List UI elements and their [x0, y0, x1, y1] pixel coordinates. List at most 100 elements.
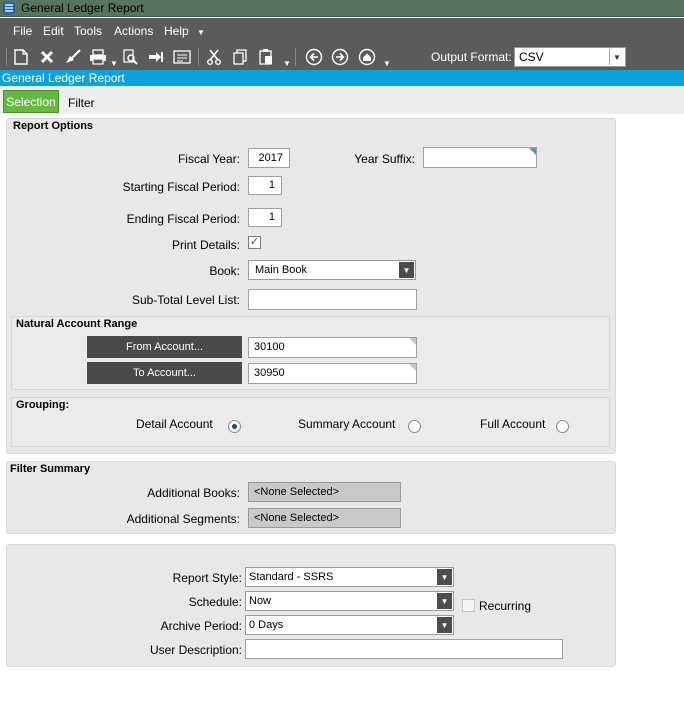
tab-selection[interactable]: Selection [3, 90, 59, 113]
chevron-down-icon[interactable]: ▼ [437, 593, 452, 609]
menu-edit[interactable]: Edit [43, 24, 64, 38]
paste-icon[interactable] [256, 47, 276, 67]
print-details-checkbox[interactable]: ✓ [248, 236, 261, 249]
report-options-title: Report Options [13, 120, 94, 132]
from-account-button[interactable]: From Account... [87, 336, 242, 358]
additional-books-field: <None Selected> [248, 482, 401, 502]
generate-icon[interactable] [172, 47, 192, 67]
natural-account-range-title: Natural Account Range [16, 318, 138, 330]
title-bar: General Ledger Report [0, 0, 684, 17]
report-header-title: General Ledger Report [2, 71, 125, 85]
book-value: Main Book [255, 264, 307, 276]
copy-icon[interactable] [230, 47, 250, 67]
output-format-value: CSV [519, 50, 544, 64]
report-style-label: Report Style: [172, 571, 242, 585]
app-icon [3, 2, 15, 14]
print-details-label: Print Details: [171, 238, 240, 252]
archive-period-value: 0 Days [249, 619, 284, 631]
starting-period-field[interactable]: 1 [248, 176, 282, 195]
nav-dropdown-icon[interactable]: ▼ [383, 59, 391, 68]
toolbar-separator [198, 48, 199, 66]
tab-filter[interactable]: Filter [68, 96, 95, 110]
report-style-select[interactable]: Standard - SSRS ▼ [245, 567, 454, 587]
fiscal-year-value: 2017 [258, 152, 283, 164]
additional-segments-field: <None Selected> [248, 508, 401, 528]
subtotal-level-label: Sub-Total Level List: [131, 293, 240, 307]
book-select[interactable]: Main Book ▼ [248, 260, 416, 280]
chevron-down-icon[interactable]: ▼ [437, 569, 452, 585]
grouping-summary-label: Summary Account [298, 417, 396, 431]
tab-strip [0, 86, 684, 114]
menu-bar: File Edit Tools Actions Help ▼ [0, 18, 684, 44]
additional-segments-value: <None Selected> [254, 512, 340, 524]
print-dropdown-icon[interactable]: ▼ [110, 59, 118, 68]
toolbar-grip [6, 48, 7, 66]
forward-icon[interactable] [330, 47, 350, 67]
filter-summary-title: Filter Summary [10, 463, 91, 475]
ending-period-label: Ending Fiscal Period: [126, 212, 240, 226]
submit-icon[interactable] [146, 47, 166, 67]
back-icon[interactable] [304, 47, 324, 67]
app-window: General Ledger Report File Edit Tools Ac… [0, 0, 684, 728]
additional-books-label: Additional Books: [147, 486, 240, 500]
subtotal-level-field[interactable] [248, 289, 417, 310]
grouping-detail-radio[interactable] [228, 420, 241, 433]
recurring-checkbox[interactable] [462, 599, 475, 612]
toolbar-separator [295, 48, 296, 66]
window-title: General Ledger Report [21, 1, 144, 15]
grouping-summary-radio[interactable] [408, 420, 421, 433]
ending-period-field[interactable]: 1 [248, 208, 282, 227]
home-icon[interactable] [357, 47, 377, 67]
starting-period-value: 1 [268, 179, 275, 191]
delete-icon[interactable] [37, 47, 57, 67]
archive-period-select[interactable]: 0 Days ▼ [245, 615, 454, 635]
book-label: Book: [209, 264, 240, 278]
menu-help[interactable]: Help [164, 24, 189, 38]
menu-overflow-icon[interactable]: ▼ [197, 28, 205, 37]
user-description-label: User Description: [149, 643, 242, 657]
chevron-down-icon[interactable]: ▼ [609, 49, 624, 65]
starting-period-label: Starting Fiscal Period: [122, 180, 240, 194]
to-account-button[interactable]: To Account... [87, 362, 242, 384]
year-suffix-label: Year Suffix: [354, 152, 415, 166]
additional-segments-label: Additional Segments: [126, 512, 240, 526]
grouping-detail-label: Detail Account [136, 417, 213, 431]
menu-tools[interactable]: Tools [74, 24, 102, 38]
field-corner-indicator [409, 338, 416, 345]
schedule-select[interactable]: Now ▼ [245, 591, 454, 611]
cut-icon[interactable] [204, 47, 224, 67]
paste-dropdown-icon[interactable]: ▼ [283, 59, 291, 68]
additional-books-value: <None Selected> [254, 486, 340, 498]
grouping-title: Grouping: [16, 399, 70, 411]
field-corner-indicator [409, 364, 416, 371]
print-icon[interactable] [88, 47, 108, 67]
ending-period-value: 1 [268, 211, 275, 223]
fiscal-year-label: Fiscal Year: [177, 152, 240, 166]
clear-icon[interactable] [63, 47, 83, 67]
schedule-value: Now [249, 595, 272, 607]
field-corner-indicator [529, 148, 536, 155]
output-format-label: Output Format: [431, 50, 512, 64]
grouping-full-radio[interactable] [556, 420, 569, 433]
to-account-value: 30950 [254, 367, 285, 379]
menu-file[interactable]: File [13, 24, 32, 38]
chevron-down-icon[interactable]: ▼ [399, 262, 414, 278]
print-preview-icon[interactable] [120, 47, 140, 67]
fiscal-year-field[interactable]: 2017 [248, 148, 290, 168]
from-account-field[interactable]: 30100 [248, 337, 417, 358]
from-account-value: 30100 [254, 341, 285, 353]
new-icon[interactable] [11, 47, 31, 67]
year-suffix-field[interactable] [423, 147, 537, 168]
menu-actions[interactable]: Actions [114, 24, 153, 38]
output-format-select[interactable]: CSV ▼ [514, 47, 626, 67]
schedule-label: Schedule: [188, 595, 242, 609]
to-account-field[interactable]: 30950 [248, 363, 417, 384]
chevron-down-icon[interactable]: ▼ [437, 617, 452, 633]
recurring-label: Recurring [479, 599, 532, 613]
grouping-full-label: Full Account [480, 417, 546, 431]
archive-period-label: Archive Period: [160, 619, 242, 633]
user-description-field[interactable] [245, 639, 563, 659]
toolbar: ▼ ▼ ▼ Output Format: CSV ▼ [0, 44, 684, 70]
report-header: General Ledger Report [0, 70, 684, 86]
report-style-value: Standard - SSRS [249, 571, 334, 583]
